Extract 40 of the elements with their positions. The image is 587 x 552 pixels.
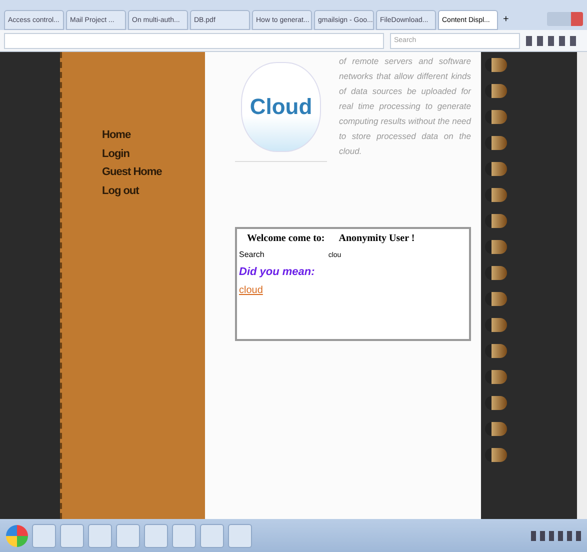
nav-link[interactable]: Guest Home [102, 164, 205, 180]
user-name: Anonymity User ! [338, 232, 415, 246]
spiral-ring-icon [485, 136, 507, 150]
taskbar-app-icon[interactable] [200, 524, 224, 548]
scrollbar[interactable] [577, 52, 587, 519]
spiral-ring-icon [485, 292, 507, 306]
taskbar-app-icon[interactable] [32, 524, 56, 548]
spiral-ring-icon [485, 214, 507, 228]
spiral-ring-icon [485, 344, 507, 358]
intro-paragraph: of remote servers and software networks that allow different kinds of data sources be uploaded for real time processing to generate computing results without the need to store processed data on the cloud. [339, 55, 471, 158]
spiral-ring-icon [485, 240, 507, 254]
spiral-ring-icon [485, 422, 507, 436]
new-tab-button[interactable]: + [500, 10, 512, 30]
taskbar-app-icon[interactable] [172, 524, 196, 548]
nav-link[interactable]: Home [102, 127, 205, 144]
spiral-ring-icon [485, 370, 507, 384]
taskbar-app-icon[interactable] [116, 524, 140, 548]
address-field[interactable] [4, 32, 384, 48]
taskbar-app-icon[interactable] [88, 524, 112, 548]
spiral-ring-icon [485, 84, 507, 98]
taskbar-app-icon[interactable] [144, 524, 168, 548]
welcome-text: Welcome come to: [247, 232, 325, 246]
spiral-ring-icon [485, 448, 507, 462]
nav-link[interactable]: Log out [102, 182, 205, 199]
spiral-ring-icon [485, 188, 507, 202]
taskbar-app-icon[interactable] [60, 524, 84, 548]
logo-text: Cloud [250, 93, 312, 121]
spiral-ring-icon [485, 266, 507, 280]
nav-link[interactable]: Login [102, 146, 205, 162]
search-label: Search [239, 249, 264, 261]
spiral-ring-icon [485, 318, 507, 332]
window-controls-icon[interactable] [547, 12, 583, 26]
spiral-ring-icon [485, 110, 507, 124]
suggestion-heading: Did you mean: [239, 265, 316, 280]
spiral-ring-icon [485, 162, 507, 176]
suggestion-link[interactable]: cloud [239, 282, 263, 298]
start-button-icon[interactable] [6, 524, 28, 546]
spiral-ring-icon [485, 396, 507, 410]
taskbar-app-icon[interactable] [228, 524, 252, 548]
spiral-ring-icon [485, 58, 507, 72]
